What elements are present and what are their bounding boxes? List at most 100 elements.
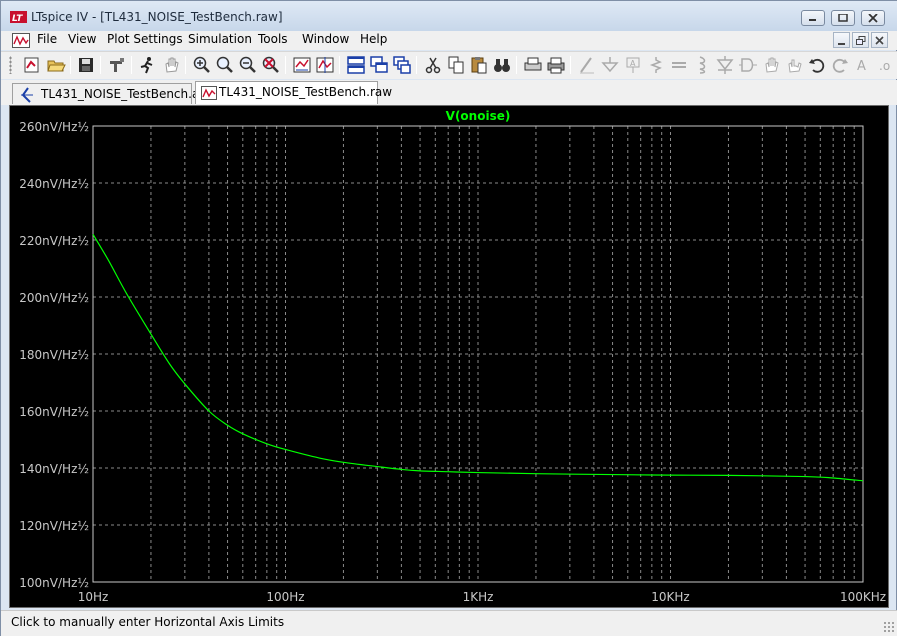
y-tick-label[interactable]: 180nV/Hz½ (19, 348, 89, 362)
minimize-button[interactable] (801, 10, 825, 26)
control-panel-button[interactable] (107, 55, 127, 75)
copy-icon (448, 56, 464, 74)
menu-file[interactable]: File (37, 32, 57, 46)
cut-button[interactable] (423, 55, 443, 75)
label-button[interactable]: A (623, 55, 643, 75)
document-tabs: TL431_NOISE_TestBench.asc TL431_NOISE_Te… (1, 80, 897, 105)
toolbar-separator (285, 56, 286, 74)
zoom-cancel-button[interactable] (261, 55, 281, 75)
y-tick-label[interactable]: 140nV/Hz½ (19, 462, 89, 476)
move-icon (765, 57, 779, 73)
find-icon (494, 59, 510, 72)
paste-icon (471, 57, 487, 74)
y-tick-label[interactable]: 260nV/Hz½ (19, 120, 89, 134)
menu-simulation[interactable]: Simulation (188, 32, 252, 46)
mdi-restore-button[interactable] (852, 32, 869, 48)
zoom-out-button[interactable] (238, 55, 258, 75)
y-tick-label[interactable]: 220nV/Hz½ (19, 234, 89, 248)
halt-button[interactable] (161, 55, 181, 75)
y-axis-ticks[interactable]: 260nV/Hz½ 240nV/Hz½ 220nV/Hz½ 200nV/Hz½ 180n… (19, 120, 89, 590)
cascade-icon (370, 56, 388, 73)
cascade-button[interactable] (369, 55, 389, 75)
y-tick-label[interactable]: 100nV/Hz½ (19, 576, 89, 590)
x-tick-label[interactable]: 10KHz (651, 590, 689, 604)
x-axis-ticks[interactable]: 10Hz 100Hz 1KHz 10KHz 100KHz (78, 590, 886, 604)
redo-button[interactable] (830, 55, 850, 75)
resistor-button[interactable] (646, 55, 666, 75)
y-tick-label[interactable]: 200nV/Hz½ (19, 291, 89, 305)
toolbar-separator (416, 56, 417, 74)
y-tick-label[interactable]: 240nV/Hz½ (19, 177, 89, 191)
component-button[interactable] (738, 55, 758, 75)
toolbar-separator (516, 56, 517, 74)
run-button[interactable] (137, 55, 157, 75)
capacitor-icon (672, 62, 686, 68)
grid-lines (93, 126, 863, 582)
print-button[interactable] (546, 55, 566, 75)
toolbar-grip[interactable] (9, 56, 12, 74)
inductor-icon (699, 56, 706, 74)
label-icon: A (626, 57, 640, 73)
tab-schematic[interactable]: TL431_NOISE_TestBench.asc (12, 83, 212, 104)
zoom-pan-icon (216, 56, 233, 73)
toolbar-separator (131, 56, 132, 74)
undo-button[interactable] (807, 55, 827, 75)
y-tick-label[interactable]: 160nV/Hz½ (19, 405, 89, 419)
inductor-button[interactable] (692, 55, 712, 75)
open-button[interactable] (46, 55, 66, 75)
title-bar[interactable]: LT LTspice IV - [TL431_NOISE_TestBench.r… (1, 1, 897, 31)
undo-icon (809, 58, 825, 73)
wire-button[interactable] (577, 55, 597, 75)
window-title: LTspice IV - [TL431_NOISE_TestBench.raw] (31, 10, 283, 24)
maximize-button[interactable] (831, 10, 855, 26)
x-tick-label[interactable]: 100Hz (266, 590, 304, 604)
zoom-in-button[interactable] (192, 55, 212, 75)
menu-tools[interactable]: Tools (258, 32, 288, 46)
plot-pane[interactable]: 260nV/Hz½ 240nV/Hz½ 220nV/Hz½ 200nV/Hz½ 180n… (9, 105, 889, 608)
x-tick-label[interactable]: 100KHz (840, 590, 886, 604)
paste-button[interactable] (469, 55, 489, 75)
resize-grip[interactable] (883, 621, 895, 633)
ground-button[interactable] (600, 55, 620, 75)
autorange-button[interactable] (292, 55, 312, 75)
print-preview-button[interactable] (523, 55, 543, 75)
menu-view[interactable]: View (68, 32, 96, 46)
restore-icon (856, 36, 866, 45)
tab-label: TL431_NOISE_TestBench.raw (219, 85, 393, 99)
menu-help[interactable]: Help (360, 32, 387, 46)
close-button[interactable] (861, 10, 885, 26)
y-tick-label[interactable]: 120nV/Hz½ (19, 519, 89, 533)
pick-traces-button[interactable] (315, 55, 335, 75)
autorange-icon (293, 57, 311, 73)
zoom-pan-button[interactable] (215, 55, 235, 75)
save-button[interactable] (76, 55, 96, 75)
menu-plot-settings[interactable]: Plot Settings (107, 32, 183, 46)
tile-vertical-button[interactable] (392, 55, 412, 75)
tile-horizontal-icon (347, 56, 365, 74)
noise-plot[interactable]: 260nV/Hz½ 240nV/Hz½ 220nV/Hz½ 200nV/Hz½ 180n… (10, 106, 890, 609)
spice-directive-button[interactable]: .o (876, 55, 890, 75)
x-tick-label[interactable]: 1KHz (463, 590, 494, 604)
copy-button[interactable] (446, 55, 466, 75)
new-schematic-button[interactable] (22, 55, 42, 75)
toolbar-separator (70, 56, 71, 74)
menu-window[interactable]: Window (302, 32, 349, 46)
mdi-close-button[interactable] (871, 32, 888, 48)
drag-button[interactable] (784, 55, 804, 75)
svg-text:.o: .o (879, 59, 890, 73)
tab-label: TL431_NOISE_TestBench.asc (41, 87, 213, 101)
capacitor-button[interactable] (669, 55, 689, 75)
x-tick-label[interactable]: 10Hz (78, 590, 109, 604)
trace-label[interactable]: V(onoise) (446, 109, 511, 123)
mdi-minimize-button[interactable] (833, 32, 850, 48)
move-button[interactable] (761, 55, 781, 75)
diode-button[interactable] (715, 55, 735, 75)
find-button[interactable] (492, 55, 512, 75)
wire-icon (580, 57, 594, 74)
tile-horizontal-button[interactable] (346, 55, 366, 75)
maximize-icon (838, 14, 848, 22)
new-schematic-icon (24, 57, 39, 73)
text-button[interactable]: A (853, 55, 873, 75)
tab-waveform[interactable]: TL431_NOISE_TestBench.raw (195, 81, 392, 104)
print-icon (547, 57, 565, 74)
